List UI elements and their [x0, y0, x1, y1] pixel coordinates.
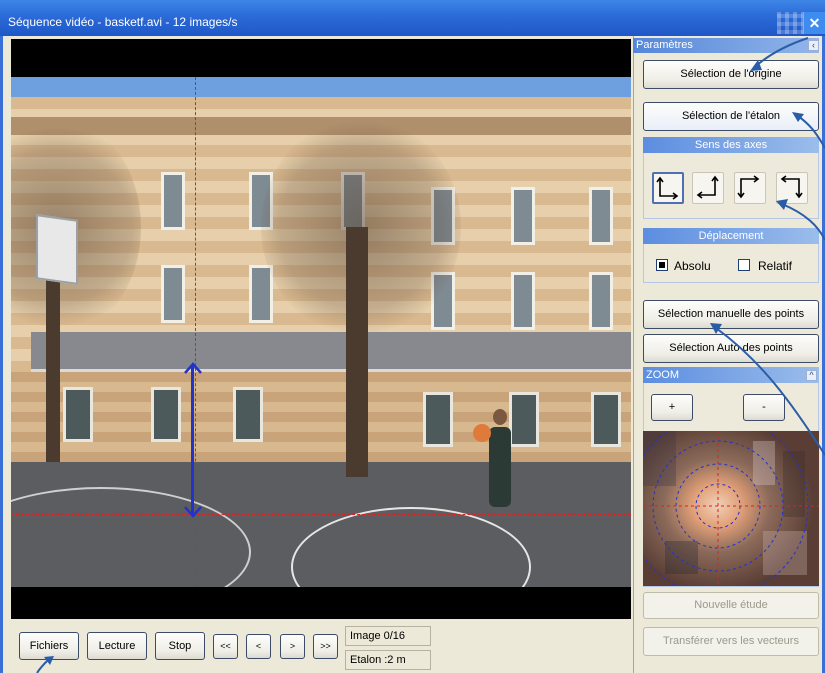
door: [509, 392, 539, 447]
absolute-label: Absolu: [674, 259, 711, 273]
etalon-arrow-down-icon: [184, 506, 202, 518]
tree-trunk: [346, 227, 368, 477]
axes-left-up-icon: [696, 175, 719, 199]
window-title: Séquence vidéo - basketf.avi - 12 images…: [8, 15, 238, 29]
video-frame[interactable]: [11, 77, 631, 587]
collapse-icon[interactable]: ‹: [808, 40, 819, 51]
player: [493, 409, 507, 425]
axes-header: Sens des axes: [643, 137, 819, 153]
basketball: [473, 424, 491, 442]
axes-right-down-button[interactable]: [734, 172, 766, 204]
manual-points-button[interactable]: Sélection manuelle des points: [643, 300, 819, 329]
prev-frame-button[interactable]: <: [246, 634, 271, 659]
axes-right-up-icon: [656, 176, 679, 200]
first-frame-button[interactable]: <<: [213, 634, 238, 659]
door: [233, 387, 263, 442]
files-button[interactable]: Fichiers: [19, 632, 79, 660]
axes-right-up-button[interactable]: [652, 172, 684, 204]
basketball-backboard: [36, 214, 78, 285]
axes-left-up-button[interactable]: [692, 172, 724, 204]
parameters-header: Paramètres: [633, 38, 819, 53]
etalon-arrow-up-icon: [184, 362, 202, 374]
axes-left-down-icon: [780, 175, 803, 199]
etalon-line[interactable]: [191, 366, 194, 514]
relative-checkbox[interactable]: [738, 259, 750, 271]
origin-horizontal-guide: [11, 514, 631, 515]
zoom-collapse-icon[interactable]: ^: [806, 370, 817, 381]
select-origin-button[interactable]: Sélection de l'origine: [643, 60, 819, 89]
awning: [31, 332, 631, 372]
transfer-vectors-button[interactable]: Transférer vers les vecteurs: [643, 627, 819, 656]
door: [151, 387, 181, 442]
door: [591, 392, 621, 447]
building-window: [161, 172, 185, 230]
select-etalon-button[interactable]: Sélection de l'étalon: [643, 102, 819, 131]
axes-right-down-icon: [737, 175, 760, 199]
building-window: [589, 187, 613, 245]
displacement-header: Déplacement: [643, 228, 819, 244]
close-icon[interactable]: ✕: [803, 12, 825, 34]
axes-left-down-button[interactable]: [776, 172, 808, 204]
play-button[interactable]: Lecture: [87, 632, 147, 660]
video-viewport[interactable]: [11, 39, 631, 619]
zoom-magnified-image: [643, 431, 819, 586]
player-body: [489, 427, 511, 507]
zoom-header: ZOOM: [643, 367, 819, 383]
building-window: [589, 272, 613, 330]
zoom-out-button[interactable]: -: [743, 394, 785, 421]
building-window: [161, 265, 185, 323]
new-study-button[interactable]: Nouvelle étude: [643, 592, 819, 619]
zoom-view[interactable]: [643, 431, 819, 586]
auto-points-button[interactable]: Sélection Auto des points: [643, 334, 819, 363]
building-window: [511, 272, 535, 330]
absolute-checkbox[interactable]: [656, 259, 668, 271]
title-bar[interactable]: Séquence vidéo - basketf.avi - 12 images…: [0, 0, 825, 36]
stop-button[interactable]: Stop: [155, 632, 205, 660]
titlebar-grip: [777, 12, 803, 34]
building-window: [511, 187, 535, 245]
building-window: [249, 265, 273, 323]
door: [423, 392, 453, 447]
relative-label: Relatif: [758, 259, 793, 273]
door: [63, 387, 93, 442]
zoom-in-button[interactable]: +: [651, 394, 693, 421]
image-counter: Image 0/16: [345, 626, 431, 646]
last-frame-button[interactable]: >>: [313, 634, 338, 659]
etalon-value: Etalon :2 m: [345, 650, 431, 670]
next-frame-button[interactable]: >: [280, 634, 305, 659]
